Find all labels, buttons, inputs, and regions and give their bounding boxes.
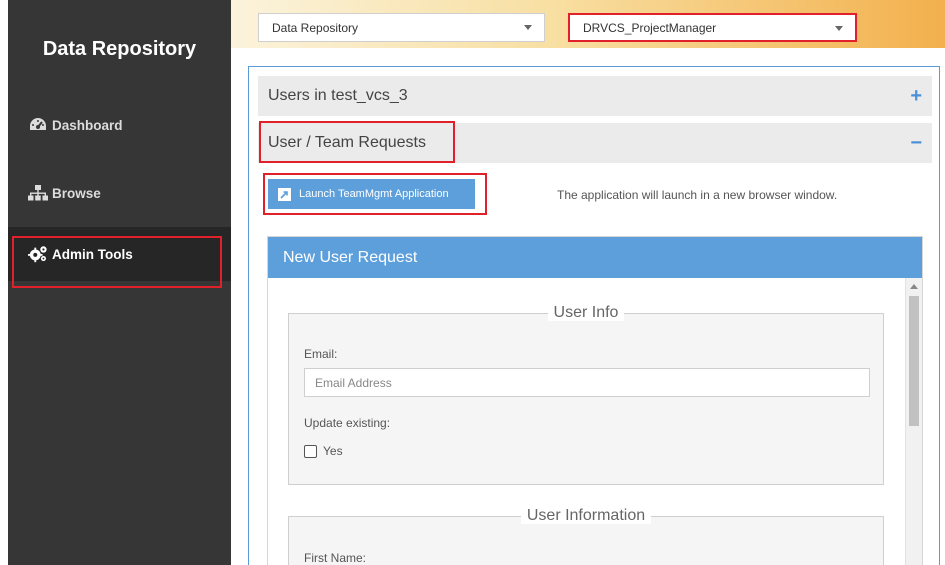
update-existing-label: Update existing: [304,416,391,430]
launch-note: The application will launch in a new bro… [557,188,838,202]
email-placeholder: Email Address [315,375,392,390]
sidebar-item-label: Dashboard [52,117,123,133]
user-information-fieldset: User Information First Name: [288,507,884,565]
highlight-user-team-requests [259,121,455,163]
panel-body: User Info Email: Email Address Update ex… [268,278,906,565]
repository-select-value: Data Repository [272,20,359,35]
repository-select[interactable]: Data Repository [258,13,545,42]
caret-down-icon [524,25,532,30]
user-information-legend: User Information [520,507,652,524]
email-input[interactable]: Email Address [304,368,870,397]
first-name-label: First Name: [304,551,367,565]
scroll-up-icon[interactable] [910,284,918,289]
expand-plus-icon[interactable]: + [910,85,922,108]
user-info-legend: User Info [547,304,625,321]
role-select[interactable]: DRVCS_ProjectManager [568,13,857,42]
checkbox-box[interactable] [304,444,317,458]
sidebar-item-dashboard[interactable]: Dashboard [8,98,231,152]
sidebar-item-browse[interactable]: Browse [8,166,231,220]
sidebar-title: Data Repository [42,38,197,60]
update-existing-checkbox[interactable]: Yes [304,444,343,458]
highlight-admin-tools [12,236,222,288]
panel-title: New User Request [268,237,922,278]
highlight-launch-button [263,173,487,215]
sitemap-icon [28,183,48,203]
accordion-users-title: Users in test_vcs_3 [268,87,408,104]
user-info-fieldset: User Info Email: Email Address Update ex… [288,304,884,485]
new-user-request-panel: New User Request User Info Email: Email … [267,236,923,565]
caret-down-icon [835,26,843,31]
accordion-users[interactable]: Users in test_vcs_3 + [258,76,932,116]
content-frame: Users in test_vcs_3 + User / Team Reques… [248,66,940,565]
dashboard-icon [28,115,48,135]
role-select-value: DRVCS_ProjectManager [583,20,717,35]
topbar: Data Repository DRVCS_ProjectManager [231,0,945,48]
sidebar-item-label: Browse [52,185,101,201]
checkbox-label: Yes [323,444,343,458]
panel-scrollbar[interactable] [905,278,922,565]
collapse-minus-icon[interactable]: − [910,132,922,155]
scroll-thumb[interactable] [909,296,919,426]
email-label: Email: [304,347,338,361]
app-root: Data Repository Dashboard Browse Admin T… [0,0,945,565]
